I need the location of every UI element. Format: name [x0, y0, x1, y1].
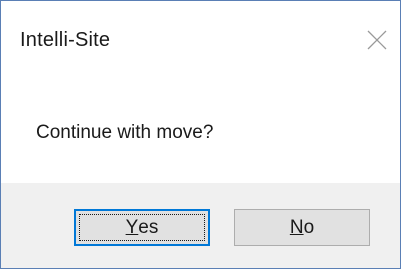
message-dialog: Intelli-Site Continue with move? Yes No [0, 0, 401, 269]
no-mnemonic: N [289, 216, 304, 238]
button-bar: Yes No [1, 183, 400, 268]
dialog-message: Continue with move? [36, 122, 214, 143]
title-bar[interactable]: Intelli-Site [1, 1, 400, 89]
dialog-title: Intelli-Site [20, 29, 111, 51]
dialog-body: Continue with move? [1, 89, 400, 183]
close-icon [367, 30, 387, 50]
close-button[interactable] [354, 17, 400, 63]
no-button[interactable]: No [234, 209, 370, 246]
no-label-rest: o [303, 216, 315, 238]
yes-button[interactable]: Yes [74, 209, 210, 246]
focus-rectangle [79, 214, 205, 241]
